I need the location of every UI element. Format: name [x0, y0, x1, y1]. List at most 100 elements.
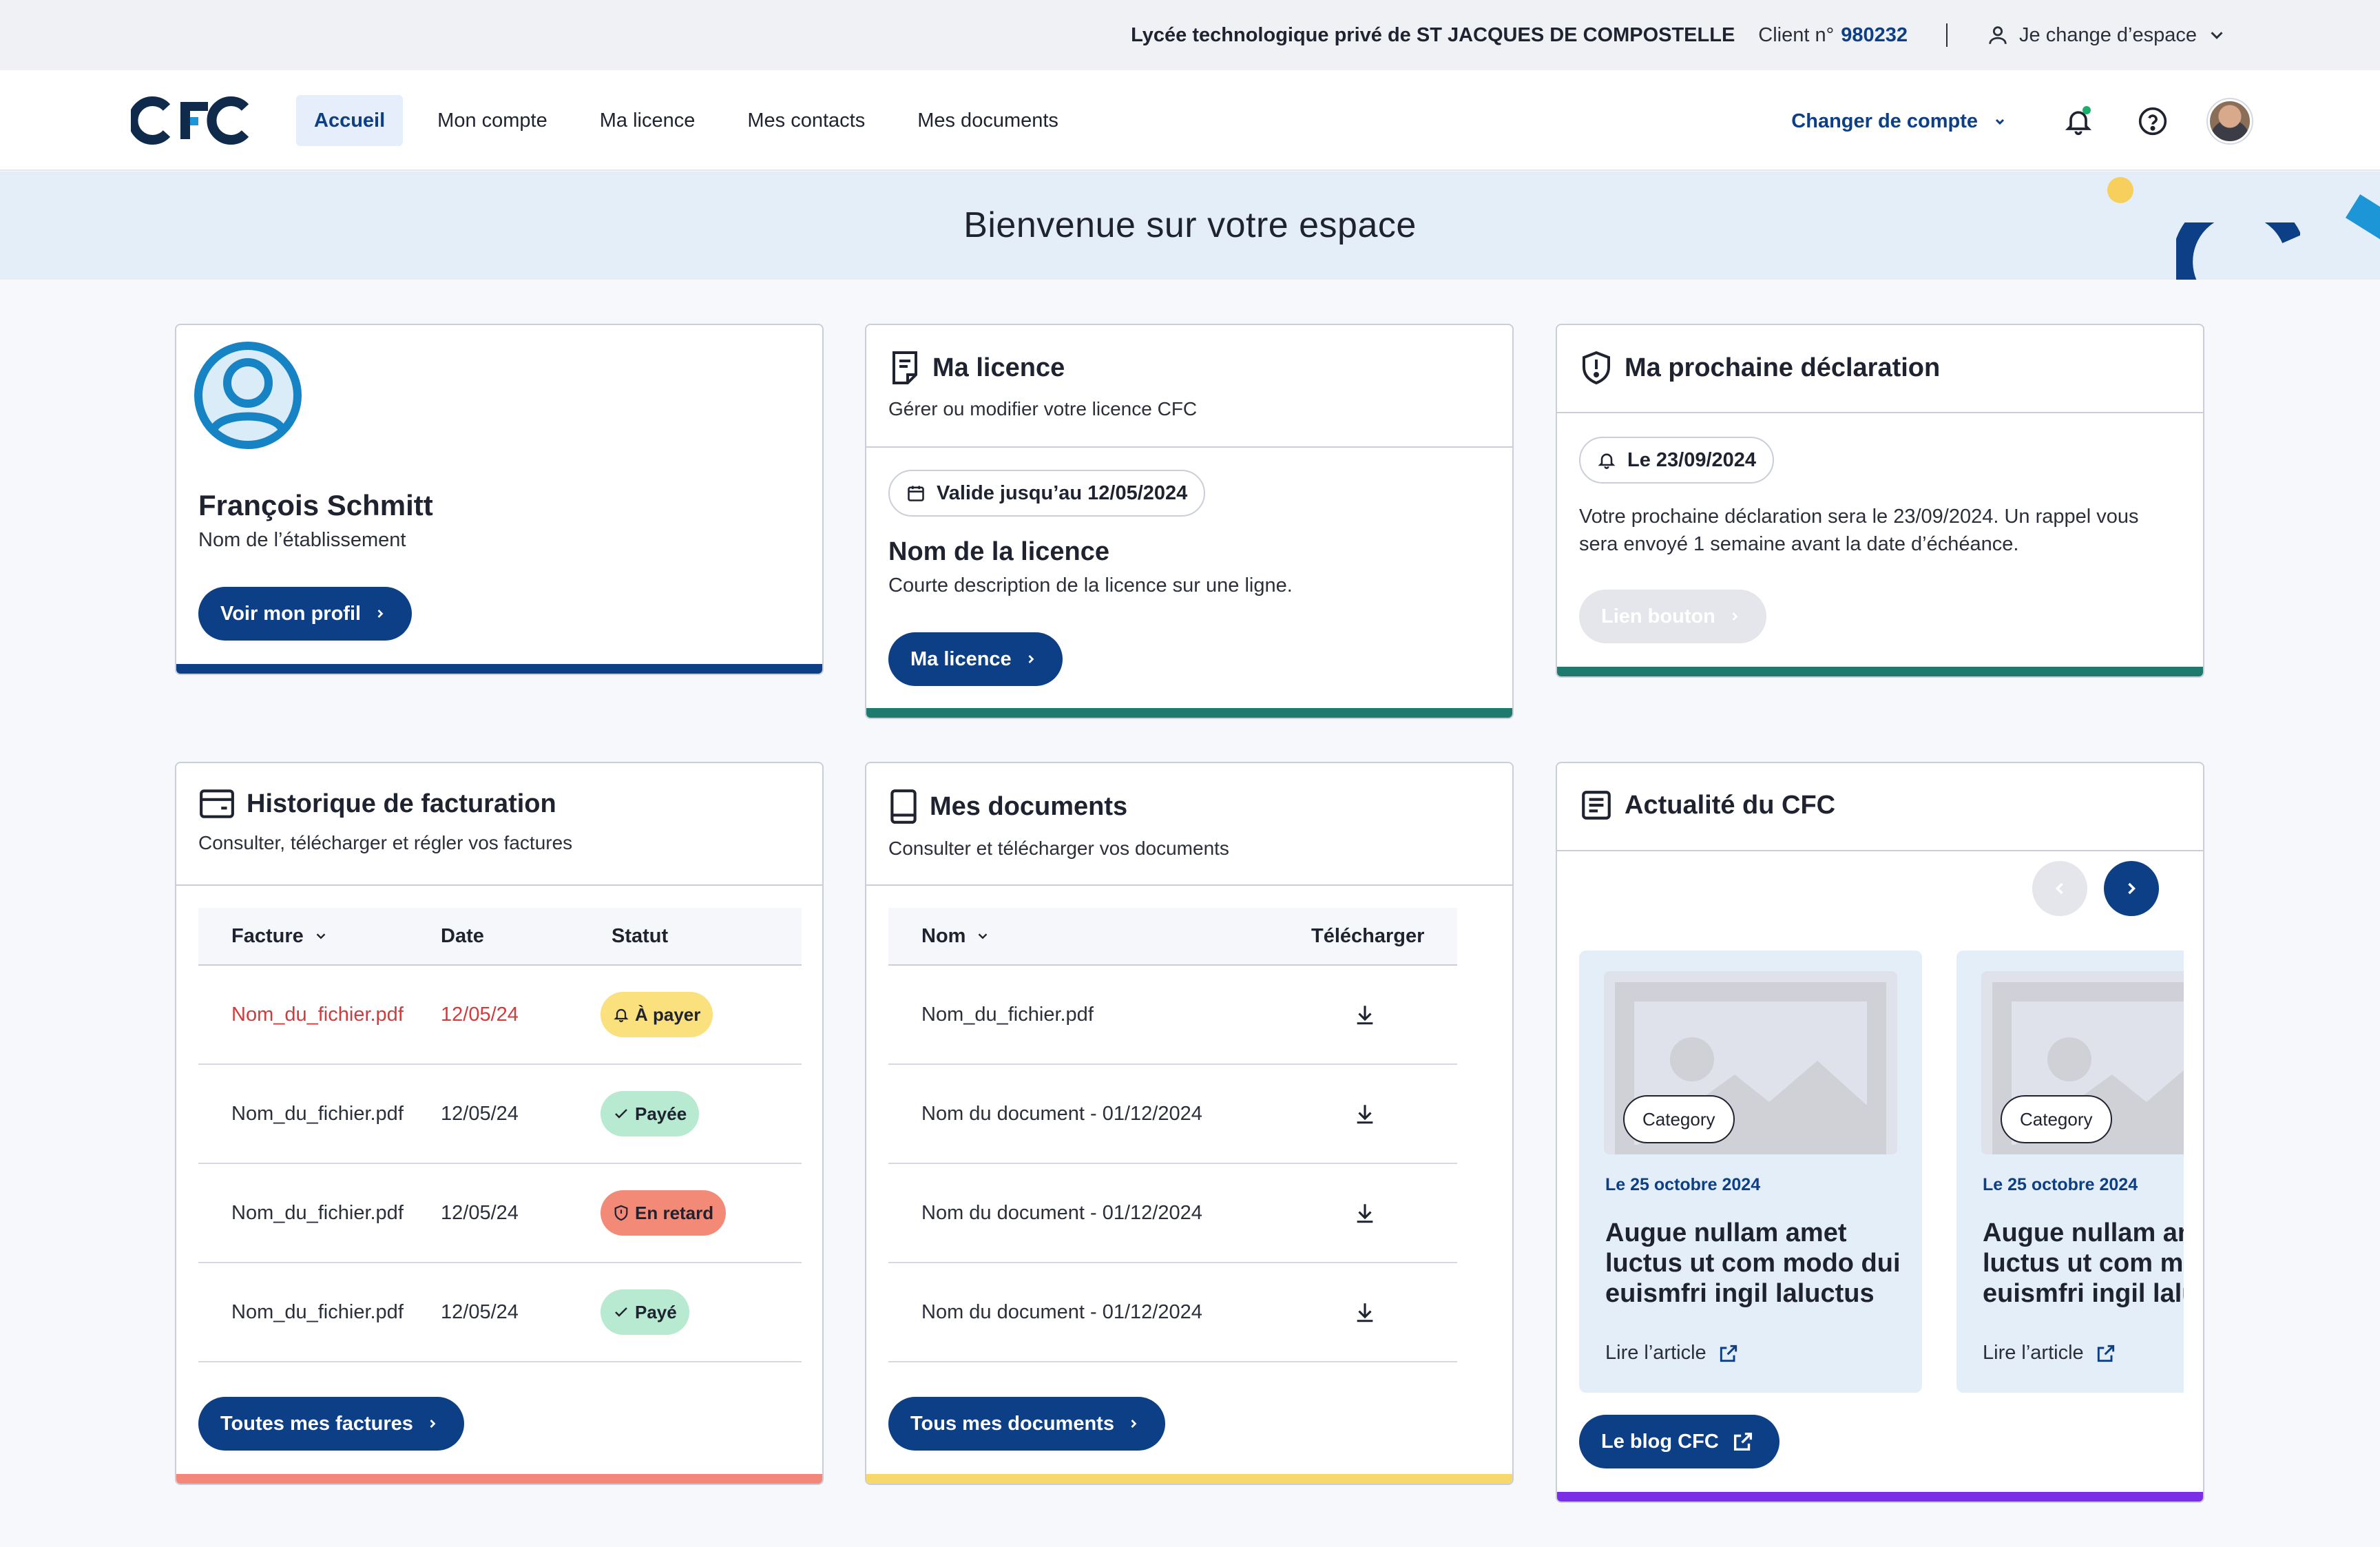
chevron-right-icon — [426, 1417, 439, 1431]
link-button-label: Lien bouton — [1601, 605, 1715, 627]
main-menu: Accueil Mon compte Ma licence Mes contac… — [296, 95, 1076, 146]
column-header-facture[interactable]: Facture — [198, 925, 441, 948]
calendar-icon — [906, 484, 926, 503]
invoice-status: En retard — [601, 1190, 727, 1236]
all-invoices-button[interactable]: Toutes mes factures — [198, 1397, 464, 1451]
divider — [1557, 850, 2203, 851]
help-button[interactable] — [2133, 102, 2172, 141]
category-tag[interactable]: Category — [1623, 1095, 1735, 1143]
nav-item-mes-contacts[interactable]: Mes contacts — [729, 95, 883, 146]
licence-validity-text: Valide jusqu’au 12/05/2024 — [937, 481, 1188, 504]
column-header-nom[interactable]: Nom — [888, 925, 1274, 948]
table-row[interactable]: Nom du document - 01/12/2024 — [888, 1065, 1457, 1164]
carousel-prev-button[interactable] — [2032, 861, 2087, 916]
download-button[interactable] — [1273, 1201, 1457, 1225]
blog-button[interactable]: Le blog CFC — [1579, 1415, 1779, 1468]
table-row[interactable]: Nom du document - 01/12/2024 — [888, 1164, 1457, 1263]
column-header-label: Facture — [231, 924, 304, 947]
table-row[interactable]: Nom_du_fichier.pdf 12/05/24 Payé — [198, 1263, 802, 1362]
nav-item-mon-compte[interactable]: Mon compte — [419, 95, 565, 146]
avatar[interactable] — [2208, 99, 2252, 143]
organization-name: Lycée technologique privé de ST JACQUES … — [1131, 23, 1735, 46]
all-documents-label: Tous mes documents — [910, 1412, 1114, 1435]
status-badge: Payée — [601, 1091, 700, 1136]
table-row[interactable]: Nom_du_fichier.pdf 12/05/24 Payée — [198, 1065, 802, 1164]
invoice-file[interactable]: Nom_du_fichier.pdf — [198, 1301, 441, 1324]
news-headline: Augue nullam amet luctus ut com modo dui… — [1605, 1218, 1901, 1308]
view-profile-button[interactable]: Voir mon profil — [198, 587, 413, 641]
bell-icon — [1597, 450, 1616, 470]
billing-table: Facture Date Statut Nom_du_fichier.pdf 1… — [198, 908, 802, 1362]
invoice-file[interactable]: Nom_du_fichier.pdf — [198, 1103, 441, 1125]
licence-description: Courte description de la licence sur une… — [888, 574, 1293, 596]
table-row[interactable]: Nom_du_fichier.pdf — [888, 966, 1457, 1065]
column-header-label: Nom — [921, 924, 966, 947]
nav-item-mes-documents[interactable]: Mes documents — [899, 95, 1076, 146]
external-link-icon — [1718, 1342, 1740, 1364]
declaration-text: Votre prochaine déclaration sera le 23/0… — [1579, 503, 2139, 558]
cfc-logo[interactable] — [131, 96, 255, 145]
invoice-file[interactable]: Nom_du_fichier.pdf — [198, 1004, 441, 1026]
link-button-disabled[interactable]: Lien bouton — [1579, 590, 1766, 643]
read-article-label: Lire l’article — [1983, 1342, 2084, 1364]
download-icon — [1353, 1102, 1377, 1125]
document-name[interactable]: Nom_du_fichier.pdf — [888, 1004, 1273, 1026]
wallet-icon — [198, 788, 236, 820]
chevron-right-icon — [373, 607, 387, 621]
documents-title: Mes documents — [930, 791, 1128, 821]
table-row[interactable]: Nom_du_fichier.pdf 12/05/24 À payer — [198, 966, 802, 1065]
carousel-next-button[interactable] — [2104, 861, 2159, 916]
status-badge: En retard — [601, 1190, 727, 1236]
decorative-arc — [2176, 222, 2300, 280]
profile-establishment: Nom de l’établissement — [198, 529, 406, 551]
status-badge-label: Payé — [635, 1301, 677, 1322]
switch-space-button[interactable]: Je change d’espace — [1986, 23, 2227, 47]
licence-subtitle: Gérer ou modifier votre licence CFC — [888, 398, 1198, 419]
nav-item-accueil[interactable]: Accueil — [296, 95, 404, 146]
separator — [1946, 23, 1948, 47]
status-badge: À payer — [601, 992, 713, 1037]
ma-licence-button[interactable]: Ma licence — [888, 632, 1063, 686]
client-number: 980232 — [1841, 23, 1908, 46]
news-article-card[interactable]: Category Le 25 octobre 2024 Augue nullam… — [1956, 951, 2184, 1393]
download-icon — [1353, 1300, 1377, 1324]
card-accent-bar — [866, 1474, 1512, 1484]
document-name[interactable]: Nom du document - 01/12/2024 — [888, 1103, 1273, 1125]
download-icon — [1353, 1003, 1377, 1026]
invoice-file[interactable]: Nom_du_fichier.pdf — [198, 1202, 441, 1225]
table-header: Facture Date Statut — [198, 908, 802, 966]
card-accent-bar — [1557, 1492, 2203, 1502]
download-button[interactable] — [1273, 1003, 1457, 1026]
read-article-link[interactable]: Lire l’article — [1983, 1342, 2117, 1364]
profile-card: François Schmitt Nom de l’établissement … — [175, 324, 824, 675]
table-row[interactable]: Nom du document - 01/12/2024 — [888, 1263, 1457, 1362]
invoice-date: 12/05/24 — [441, 1201, 519, 1224]
category-tag[interactable]: Category — [2001, 1095, 2112, 1143]
download-button[interactable] — [1273, 1300, 1457, 1324]
notifications-button[interactable] — [2059, 102, 2098, 141]
nav-item-ma-licence[interactable]: Ma licence — [582, 95, 713, 146]
news-title: Actualité du CFC — [1625, 790, 1836, 820]
table-row[interactable]: Nom_du_fichier.pdf 12/05/24 En retard — [198, 1164, 802, 1263]
declaration-date-chip: Le 23/09/2024 — [1579, 437, 1775, 484]
documents-table: Nom Télécharger Nom_du_fichier.pdf Nom d… — [888, 908, 1457, 1362]
decorative-dot — [2107, 177, 2133, 203]
user-icon — [1986, 23, 2010, 47]
news-article-card[interactable]: Category Le 25 octobre 2024 Augue nullam… — [1579, 951, 1922, 1393]
switch-space-label: Je change d’espace — [2019, 23, 2197, 46]
shield-alert-icon — [1579, 350, 1614, 386]
check-icon — [613, 1304, 629, 1320]
main-navigation: Accueil Mon compte Ma licence Mes contac… — [0, 70, 2380, 171]
external-link-icon — [1731, 1430, 1755, 1453]
change-account-button[interactable]: Changer de compte — [1791, 110, 2008, 133]
download-button[interactable] — [1273, 1102, 1457, 1125]
invoice-date: 12/05/24 — [441, 1003, 519, 1026]
all-documents-button[interactable]: Tous mes documents — [888, 1397, 1165, 1451]
declaration-title: Ma prochaine déclaration — [1625, 353, 1941, 382]
divider — [866, 884, 1512, 886]
read-article-link[interactable]: Lire l’article — [1605, 1342, 1740, 1364]
document-name[interactable]: Nom du document - 01/12/2024 — [888, 1202, 1273, 1225]
card-accent-bar — [176, 664, 822, 674]
chevron-left-icon — [2050, 879, 2069, 898]
document-name[interactable]: Nom du document - 01/12/2024 — [888, 1301, 1273, 1324]
